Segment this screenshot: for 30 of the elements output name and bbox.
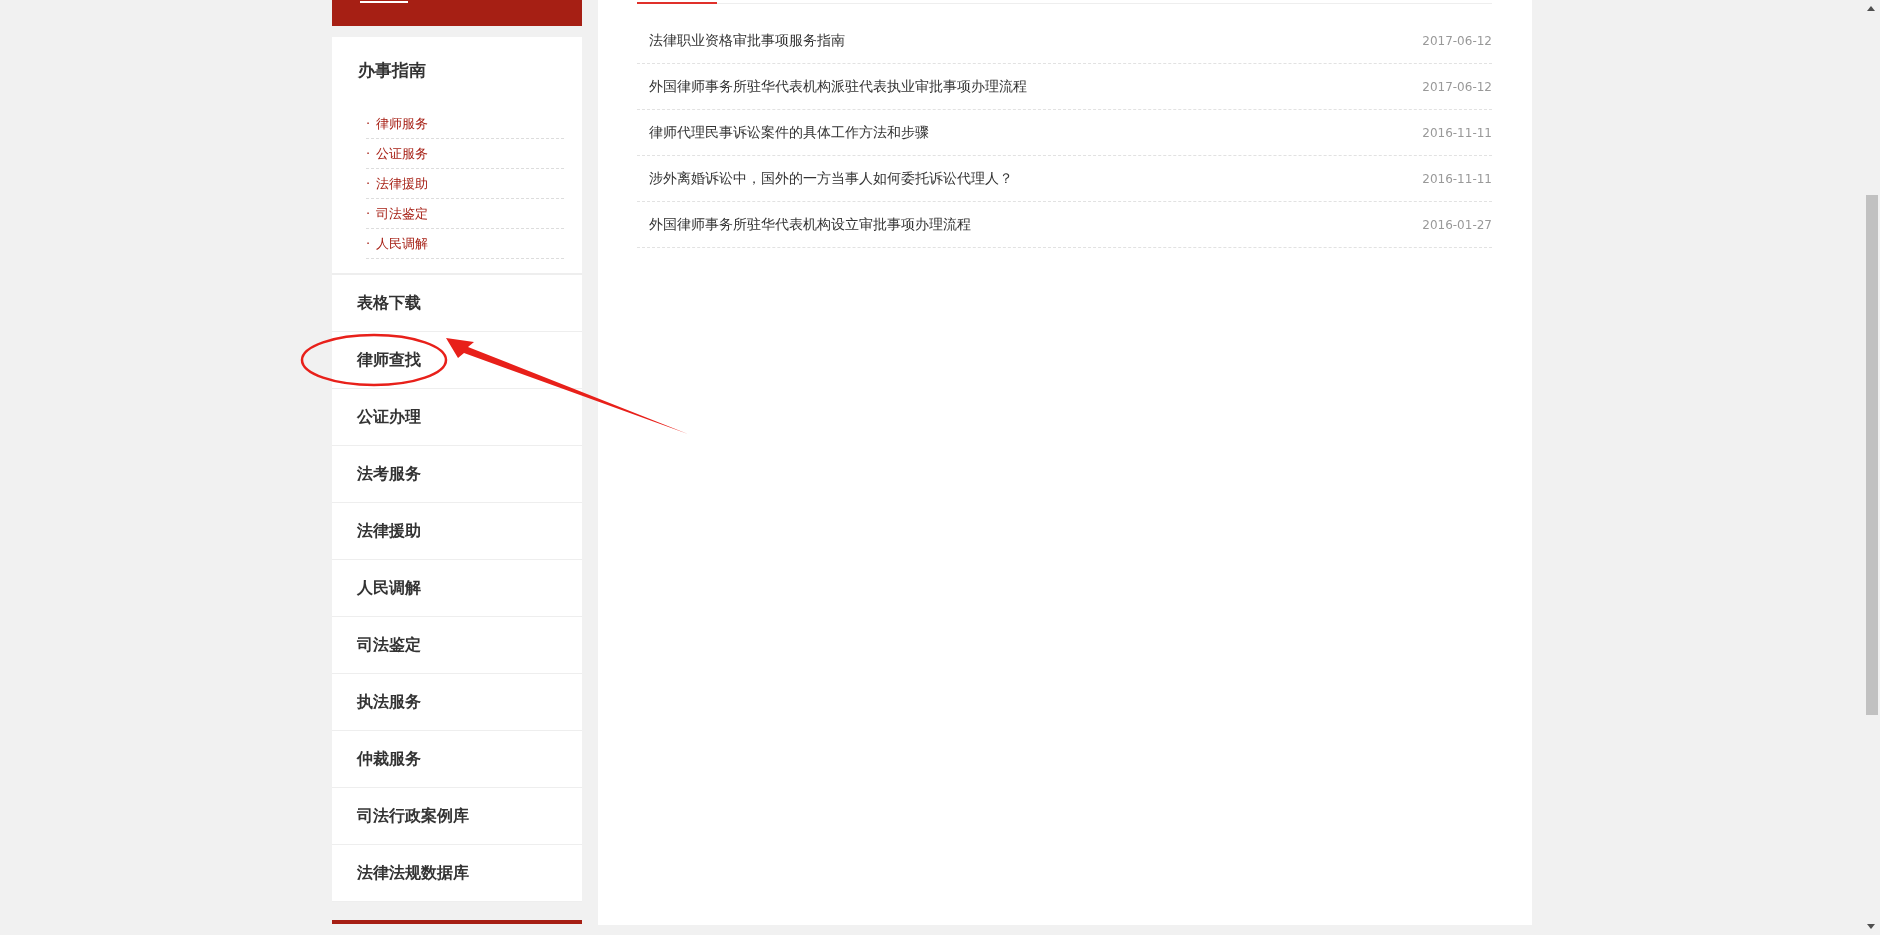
- article-date: 2017-06-12: [1422, 79, 1492, 94]
- guide-link[interactable]: · 法律援助: [366, 169, 564, 199]
- sidebar-item[interactable]: 仲裁服务: [332, 731, 582, 788]
- sidebar-item[interactable]: 人民调解: [332, 560, 582, 617]
- article-date: 2017-06-12: [1422, 33, 1492, 48]
- article-link[interactable]: 法律职业资格审批事项服务指南: [649, 31, 845, 50]
- scroll-up-icon[interactable]: [1867, 6, 1875, 11]
- guide-link[interactable]: · 人民调解: [366, 229, 564, 259]
- article-link[interactable]: 外国律师事务所驻华代表机构设立审批事项办理流程: [649, 215, 971, 234]
- sidebar-item[interactable]: 法律援助: [332, 503, 582, 560]
- scrollbar-thumb[interactable]: [1866, 195, 1878, 715]
- scroll-down-icon[interactable]: [1867, 924, 1875, 929]
- article-date: 2016-11-11: [1422, 125, 1492, 140]
- sidebar-item[interactable]: 法律法规数据库: [332, 845, 582, 902]
- guide-link[interactable]: · 律师服务: [366, 109, 564, 139]
- sidebar-item[interactable]: 表格下载: [332, 275, 582, 332]
- sidebar-item[interactable]: 司法行政案例库: [332, 788, 582, 845]
- banner-underline: [360, 1, 408, 3]
- section-heading: 办事指南: [358, 59, 427, 82]
- sidebar-item[interactable]: 执法服务: [332, 674, 582, 731]
- sidebar-item[interactable]: 司法鉴定: [332, 617, 582, 674]
- article-link[interactable]: 涉外离婚诉讼中，国外的一方当事人如何委托诉讼代理人？: [649, 169, 1013, 188]
- article-date: 2016-01-27: [1422, 217, 1492, 232]
- article-date: 2016-11-11: [1422, 171, 1492, 186]
- guide-link[interactable]: · 司法鉴定: [366, 199, 564, 229]
- sidebar-item[interactable]: 法考服务: [332, 446, 582, 503]
- article-link[interactable]: 律师代理民事诉讼案件的具体工作方法和步骤: [649, 123, 929, 142]
- guide-link[interactable]: · 公证服务: [366, 139, 564, 169]
- article-link[interactable]: 外国律师事务所驻华代表机构派驻代表执业审批事项办理流程: [649, 77, 1027, 96]
- sidebar-item[interactable]: 公证办理: [332, 389, 582, 446]
